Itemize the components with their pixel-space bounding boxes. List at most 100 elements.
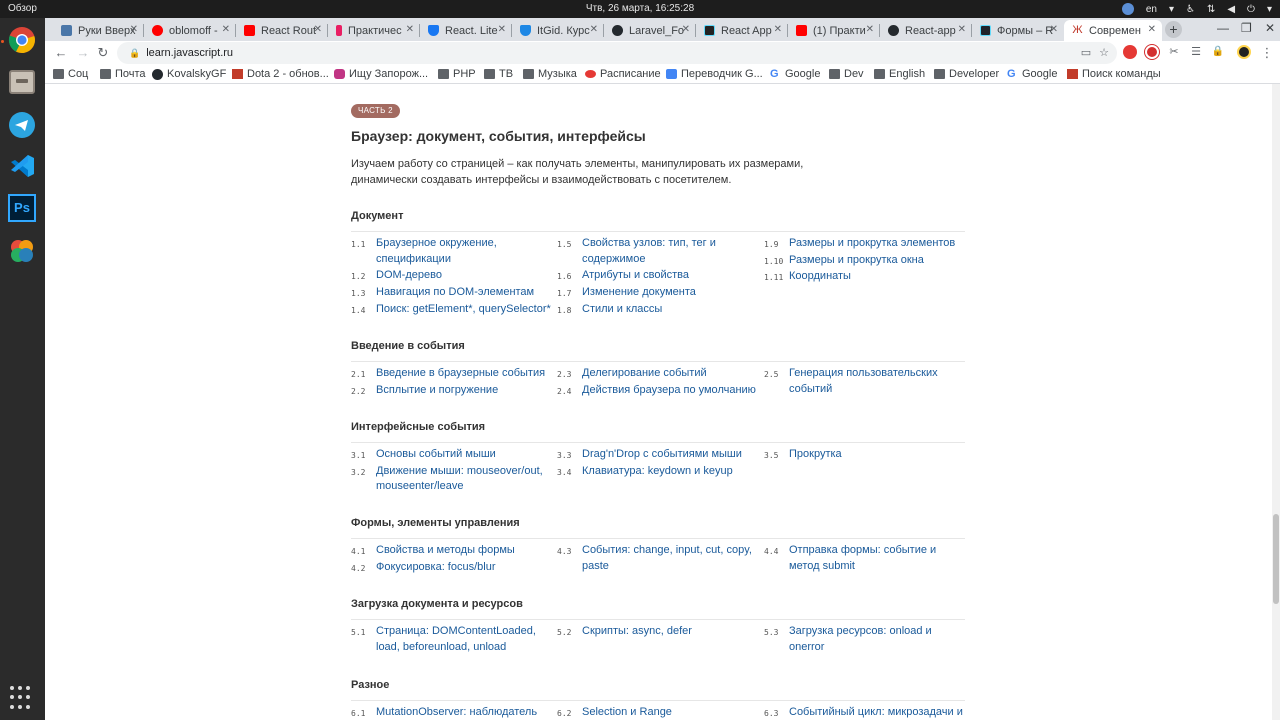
list-item[interactable]: 2.5 Генерация пользовательских событий (764, 366, 964, 397)
item-link[interactable]: Фокусировка: focus/blur (376, 561, 496, 573)
list-item[interactable]: 5.2 Скрипты: async, defer (557, 624, 757, 640)
item-link[interactable]: Движение мыши: mouseover/out, mouseenter… (376, 465, 543, 493)
item-link[interactable]: Страница: DOMContentLoaded, load, before… (376, 625, 536, 653)
clock[interactable]: Чтв, 26 марта, 16:25:28 (0, 3, 1280, 14)
item-link[interactable]: Свойства и методы формы (376, 544, 515, 556)
tab-4[interactable]: React. Lite ✕ (420, 20, 512, 41)
list-item[interactable]: 3.5 Прокрутка (764, 447, 964, 463)
item-link[interactable]: Свойства узлов: тип, тег и содержимое (582, 237, 716, 265)
item-link[interactable]: Размеры и прокрутка элементов (789, 237, 955, 249)
scrollbar-thumb[interactable] (1273, 514, 1279, 604)
list-item[interactable]: 3.3 Drag'n'Drop с событиями мыши (557, 447, 757, 463)
item-link[interactable]: Отправка формы: событие и метод submit (789, 544, 936, 572)
new-tab-button[interactable]: + (1165, 21, 1182, 38)
item-link[interactable]: Прокрутка (789, 448, 842, 460)
close-icon[interactable]: ✕ (498, 24, 506, 35)
bookmark-2[interactable]: KovalskyGF (152, 68, 226, 80)
list-item[interactable]: 2.4 Действия браузера по умолчанию (557, 383, 757, 399)
item-link[interactable]: Всплытие и погружение (376, 384, 498, 396)
close-window-button[interactable]: ✕ (1265, 21, 1275, 35)
dropbox-icon[interactable] (1121, 3, 1134, 15)
tab-1[interactable]: oblomoff - ✕ (144, 20, 236, 41)
item-link[interactable]: Событийный цикл: микрозадачи и (789, 706, 963, 718)
bookmark-14[interactable]: G Google (1007, 68, 1057, 80)
list-item[interactable]: 1.2 DOM-дерево (351, 268, 551, 284)
list-item[interactable]: 6.3 Событийный цикл: микрозадачи и (764, 705, 964, 720)
item-link[interactable]: Загрузка ресурсов: onload и onerror (789, 625, 932, 653)
item-link[interactable]: DOM-дерево (376, 269, 442, 281)
tab-8[interactable]: (1) Практи ✕ (788, 20, 880, 41)
tab-11-active[interactable]: Ж Современ ✕ (1064, 20, 1162, 41)
item-link[interactable]: Скрипты: async, defer (582, 625, 692, 637)
bookmark-3[interactable]: Dota 2 - обнов... (232, 68, 329, 80)
tab-10[interactable]: Формы – R ✕ (972, 20, 1064, 41)
item-link[interactable]: Размеры и прокрутка окна (789, 254, 924, 266)
bookmark-13[interactable]: Developer (934, 68, 999, 80)
menu-kebab-icon[interactable]: ⋮ (1259, 45, 1275, 61)
avatar[interactable] (1237, 45, 1251, 59)
item-link[interactable]: Координаты (789, 270, 851, 282)
list-item[interactable]: 4.4 Отправка формы: событие и метод submi… (764, 543, 964, 574)
accessibility-icon[interactable]: ♿ (1186, 4, 1195, 15)
list-item[interactable]: 6.2 Selection и Range (557, 705, 757, 720)
item-link[interactable]: Поиск: getElement*, querySelector* (376, 303, 551, 315)
item-link[interactable]: События: change, input, cut, copy, paste (582, 544, 752, 572)
list-item[interactable]: 4.1 Свойства и методы формы (351, 543, 551, 559)
bookmark-star-icon[interactable]: ☆ (1099, 46, 1109, 59)
extension-abp-icon[interactable] (1123, 45, 1137, 59)
telegram-icon[interactable] (6, 109, 38, 141)
list-item[interactable]: 2.2 Всплытие и погружение (351, 383, 551, 399)
bookmark-5[interactable]: PHP (438, 68, 476, 80)
item-link[interactable]: Браузерное окружение, спецификации (376, 237, 497, 265)
bookmark-1[interactable]: Почта (100, 68, 146, 80)
close-icon[interactable]: ✕ (590, 24, 598, 35)
minimize-button[interactable]: — (1217, 21, 1229, 35)
extension-list-icon[interactable]: ☰ (1189, 45, 1203, 59)
item-link[interactable]: MutationObserver: наблюдатель за (376, 706, 537, 720)
forward-button[interactable]: → (75, 45, 91, 60)
tab-7[interactable]: React App ✕ (696, 20, 788, 41)
bookmark-8[interactable]: Расписание (585, 68, 661, 80)
tab-0[interactable]: Руки Вверх ✕ (53, 20, 144, 41)
close-icon[interactable]: ✕ (774, 24, 782, 35)
activities-button[interactable]: Обзор (8, 3, 37, 14)
back-button[interactable]: ← (53, 45, 69, 60)
bookmark-12[interactable]: English (874, 68, 925, 80)
list-item[interactable]: 5.3 Загрузка ресурсов: onload и onerror (764, 624, 964, 655)
list-item[interactable]: 1.5 Свойства узлов: тип, тег и содержимое (557, 236, 757, 267)
list-item[interactable]: 4.2 Фокусировка: focus/blur (351, 560, 551, 576)
list-item[interactable]: 2.1 Введение в браузерные события (351, 366, 551, 382)
item-link[interactable]: Делегирование событий (582, 367, 707, 379)
close-icon[interactable]: ✕ (130, 24, 138, 35)
item-link[interactable]: Действия браузера по умолчанию (582, 384, 756, 396)
item-link[interactable]: Введение в браузерные события (376, 367, 545, 379)
list-item[interactable]: 3.4 Клавиатура: keydown и keyup (557, 464, 757, 480)
show-applications-icon[interactable] (10, 686, 34, 710)
files-icon[interactable] (6, 66, 38, 98)
close-icon[interactable]: ✕ (406, 24, 414, 35)
bookmark-4[interactable]: Ищу Запорож... (334, 68, 428, 80)
maximize-button[interactable]: ❐ (1241, 21, 1252, 35)
reload-button[interactable]: ↻ (95, 45, 111, 61)
list-item[interactable]: 1.1 Браузерное окружение, спецификации (351, 236, 551, 267)
item-link[interactable]: Drag'n'Drop с событиями мыши (582, 448, 742, 460)
list-item[interactable]: 5.1 Страница: DOMContentLoaded, load, bef… (351, 624, 551, 655)
tab-5[interactable]: ItGid. Курс ✕ (512, 20, 604, 41)
chrome-icon[interactable] (6, 24, 38, 56)
cast-icon[interactable]: ▭ (1081, 46, 1091, 59)
item-link[interactable]: Изменение документа (582, 286, 696, 298)
vscode-icon[interactable] (6, 150, 38, 182)
system-menu-chevron-icon[interactable]: ▾ (1267, 4, 1272, 15)
tab-9[interactable]: React-app ✕ (880, 20, 972, 41)
close-icon[interactable]: ✕ (866, 24, 874, 35)
item-link[interactable]: Основы событий мыши (376, 448, 496, 460)
list-item[interactable]: 6.1 MutationObserver: наблюдатель за (351, 705, 551, 720)
extension-lock-icon[interactable]: 🔒 (1211, 45, 1225, 59)
item-link[interactable]: Selection и Range (582, 706, 672, 718)
list-item[interactable]: 1.9 Размеры и прокрутка элементов (764, 236, 964, 252)
language-chevron-icon[interactable]: ▾ (1169, 4, 1174, 15)
close-icon[interactable]: ✕ (682, 24, 690, 35)
solitaire-icon[interactable] (6, 235, 38, 267)
bookmark-9[interactable]: Переводчик G... (666, 68, 763, 80)
bookmark-7[interactable]: Музыка (523, 68, 577, 80)
